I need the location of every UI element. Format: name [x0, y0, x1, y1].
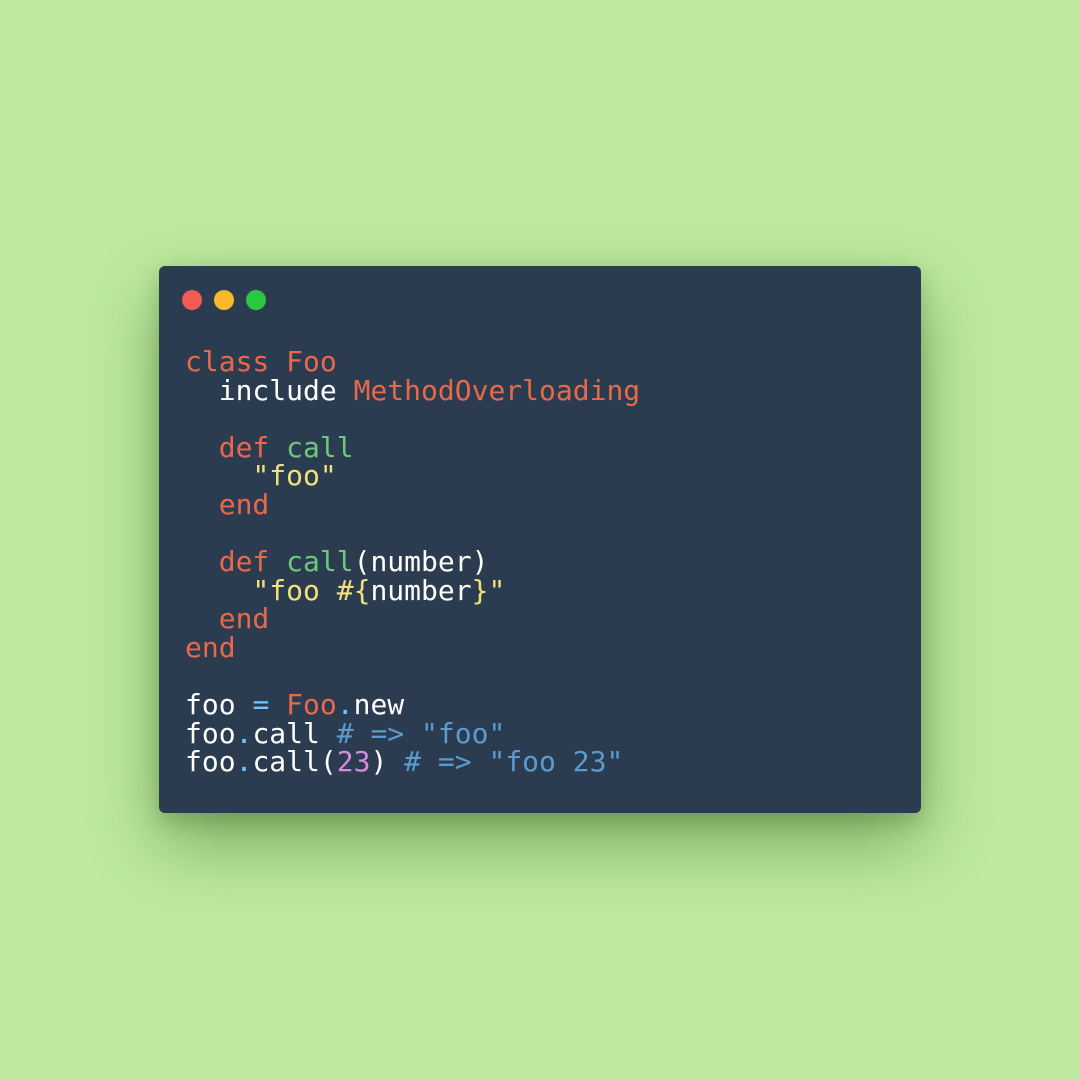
- code-token: }": [471, 573, 506, 607]
- code-line: foo.call # => "foo": [185, 719, 640, 749]
- window-controls: [182, 290, 266, 310]
- code-token: .: [235, 745, 253, 779]
- code-line: include MethodOverloading: [185, 373, 641, 407]
- code-block: class Foo include MethodOverloading def …: [185, 347, 641, 777]
- code-token: 23: [336, 745, 371, 779]
- code-token: MethodOverloading: [353, 373, 641, 407]
- code-line: "foo": [185, 462, 640, 491]
- code-token: call(: [252, 745, 337, 779]
- code-token: end: [185, 487, 270, 521]
- code-line: def call: [185, 433, 640, 463]
- close-dot-icon[interactable]: [182, 290, 202, 310]
- maximize-dot-icon[interactable]: [246, 290, 266, 310]
- code-token: ): [370, 745, 405, 779]
- code-line: foo = Foo.new: [185, 690, 640, 720]
- code-token: number: [370, 573, 472, 607]
- minimize-dot-icon[interactable]: [214, 290, 234, 310]
- code-token: include: [185, 373, 354, 407]
- code-line: end: [185, 487, 640, 521]
- code-line: "foo #{number}": [185, 573, 640, 607]
- code-line: end: [185, 605, 640, 634]
- code-line: foo.call(23) # => "foo 23": [185, 748, 640, 777]
- code-token: end: [185, 630, 236, 664]
- code-token: # => "foo 23": [404, 745, 624, 779]
- code-window: class Foo include MethodOverloading def …: [159, 266, 921, 813]
- code-line: end: [185, 630, 640, 664]
- code-line: def call(number): [185, 547, 640, 577]
- code-token: foo: [185, 745, 236, 779]
- code-line: class Foo: [185, 347, 640, 377]
